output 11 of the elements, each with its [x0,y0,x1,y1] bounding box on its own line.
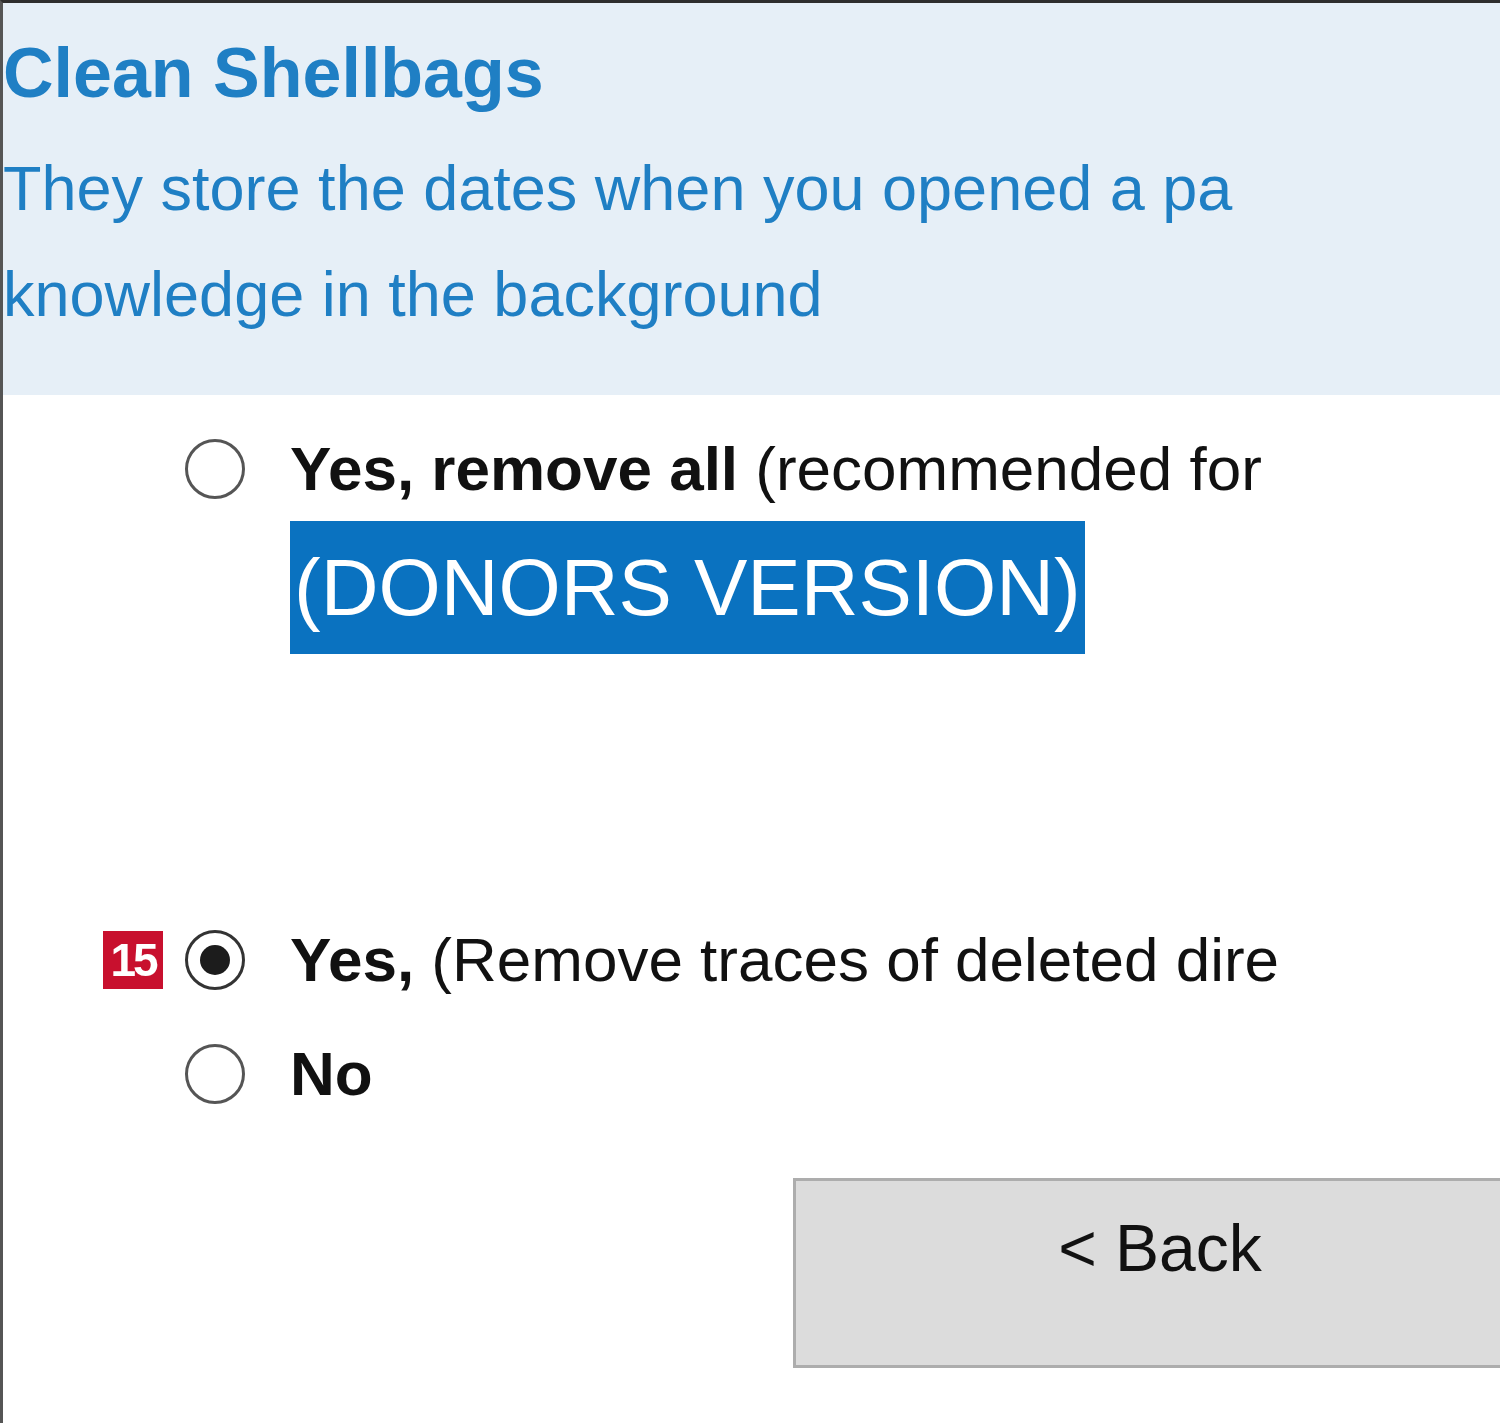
page-title: Clean Shellbags [3,33,545,114]
back-button[interactable]: < Back [793,1178,1500,1368]
option-label[interactable]: Yes, remove all (recommended for [290,431,1262,507]
radio-button[interactable] [185,930,245,990]
description: They store the dates when you opened a pa knowledge in the background [3,152,1234,331]
step-badge: 15 [103,931,163,989]
radio-button[interactable] [185,1044,245,1104]
radio-button[interactable] [185,439,245,499]
option-label[interactable]: No [290,1036,373,1112]
highlighted-text: (DONORS VERSION) [290,521,1085,654]
option-label[interactable]: Yes, (Remove traces of deleted dire [290,922,1280,998]
